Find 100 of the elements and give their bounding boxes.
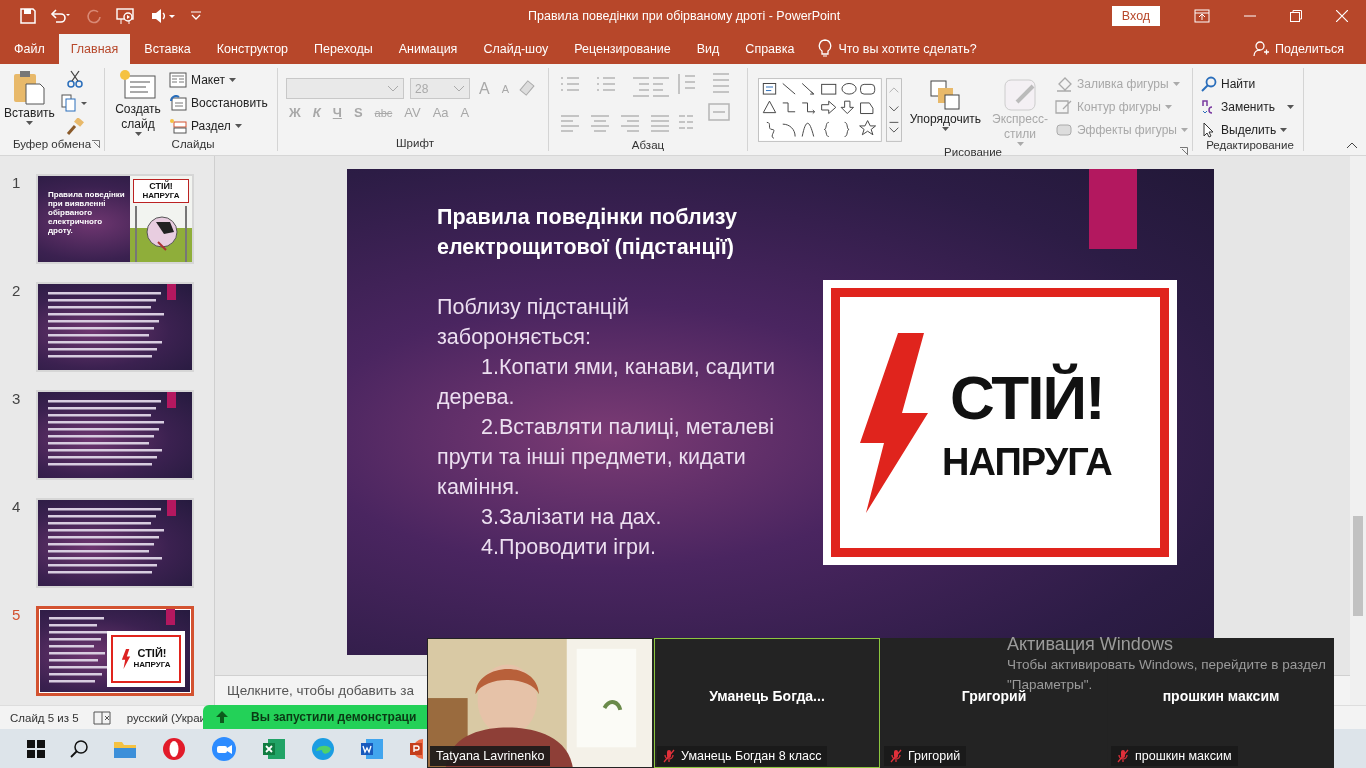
search-icon	[1201, 75, 1217, 92]
slide-counter: Слайд 5 из 5	[10, 711, 79, 724]
lightbulb-icon	[818, 39, 833, 57]
sign-text: СТІЙ!	[149, 181, 173, 191]
arrange-button[interactable]: Упорядочить	[909, 74, 982, 131]
share-button[interactable]: Поделиться	[1252, 34, 1366, 64]
slide-thumbnail[interactable]	[36, 390, 194, 480]
new-slide-button[interactable]: Создать слайд	[113, 68, 163, 136]
caret-icon	[25, 121, 33, 125]
tell-me-search[interactable]: Что вы хотите сделать?	[838, 34, 977, 64]
paint-bucket-icon	[1055, 75, 1073, 92]
caret-icon	[941, 127, 949, 131]
spreadsheet-icon[interactable]	[262, 736, 286, 761]
windows-start-icon[interactable]	[27, 739, 45, 758]
ribbon-tab[interactable]: Вид	[684, 34, 732, 64]
caret-icon	[1164, 104, 1172, 109]
caret-icon	[1016, 142, 1024, 146]
bookmark-shape	[167, 500, 176, 516]
notes-placeholder[interactable]: Щелкните, чтобы добавить за	[227, 683, 414, 698]
arrange-icon	[928, 78, 963, 112]
activation-title: Активация Windows	[1007, 633, 1174, 655]
section-icon	[169, 117, 187, 134]
person-add-icon	[1252, 41, 1269, 57]
speaker-icon[interactable]	[150, 8, 176, 24]
sign-text: НАПРУГА	[142, 191, 180, 201]
arrow-icon	[215, 710, 229, 724]
document-icon[interactable]	[360, 736, 384, 761]
slide-number: 5	[11, 606, 22, 623]
bookmark-shape	[167, 392, 176, 408]
participant-name: Уманець Богда...	[709, 688, 825, 704]
share-notification-bar[interactable]: Вы запустили демонстраци	[203, 705, 427, 729]
window-title: Правила поведінки при обірваному дроті - PowerPoint	[528, 9, 841, 23]
restore-icon[interactable]	[1290, 10, 1302, 22]
search-icon[interactable]	[70, 739, 88, 758]
brush-icon	[1003, 78, 1038, 112]
sign-in-button[interactable]: Вход	[1112, 6, 1160, 26]
group-label: Редактирование	[1206, 139, 1294, 151]
ribbon-tab[interactable]: Вставка	[132, 34, 203, 64]
caret-icon	[1280, 127, 1288, 132]
slide-thumbnail[interactable]: Правила поведінки при виявленні обірваного електричного дроту. СТІЙ! НАПРУГА	[36, 174, 194, 264]
sign-text: СТІЙ!	[950, 361, 1104, 434]
new-slide-icon	[118, 68, 158, 102]
slide-thumbnail[interactable]: СТІЙ! НАПРУГА	[36, 606, 194, 696]
lightning-icon	[858, 332, 930, 513]
caret-icon	[1172, 81, 1180, 86]
save-icon[interactable]	[20, 8, 36, 24]
caret-icon	[134, 132, 142, 136]
ribbon-tab[interactable]: Слайд-шоу	[471, 34, 561, 64]
list-item: 3.Залізати на дах.	[480, 504, 663, 531]
section-button[interactable]: Раздел	[169, 116, 242, 135]
cut-icon[interactable]	[65, 70, 84, 88]
ribbon-tab[interactable]: Рецензирование	[562, 34, 683, 64]
find-button[interactable]: Найти	[1201, 74, 1256, 93]
caret-icon	[1286, 104, 1294, 109]
browser-icon[interactable]	[162, 736, 186, 761]
caret-icon	[1181, 127, 1188, 132]
ribbon-display-icon[interactable]	[1194, 9, 1210, 23]
spelling-icon[interactable]	[92, 709, 113, 726]
undo-icon[interactable]	[50, 8, 72, 24]
copy-icon[interactable]	[60, 94, 89, 112]
caret-icon	[234, 123, 242, 128]
customize-caret-icon[interactable]	[190, 11, 202, 21]
participant-label: прошкин максим	[1135, 749, 1232, 763]
ribbon-tab[interactable]: Анимация	[386, 34, 470, 64]
bookmark-shape	[167, 284, 176, 300]
scrollbar[interactable]	[1350, 156, 1366, 705]
ribbon-tab[interactable]: Файл	[2, 34, 57, 64]
ribbon-tab[interactable]: Конструктор	[204, 34, 301, 64]
slide-number: 4	[11, 498, 22, 515]
replace-button[interactable]: Заменить	[1201, 97, 1294, 116]
group-label: Слайды	[171, 137, 215, 150]
slide-thumbnail[interactable]	[36, 498, 194, 588]
group-label: Рисование	[944, 146, 1002, 158]
participant-label: Григорий	[908, 749, 961, 763]
slide-text: Поблизу підстанцій забороняється:	[437, 294, 630, 351]
paste-button[interactable]: Вставить	[4, 68, 55, 125]
ribbon-tab[interactable]: Справка	[733, 34, 807, 64]
slide-thumbnail[interactable]	[36, 282, 194, 372]
ribbon-tab[interactable]: Главная	[58, 34, 131, 64]
close-icon[interactable]	[1336, 10, 1348, 22]
video-app-icon[interactable]	[211, 735, 237, 762]
collapse-ribbon-icon[interactable]	[1346, 141, 1358, 149]
format-painter-icon[interactable]	[65, 118, 84, 136]
participant-label: Уманець Богдан 8 класс	[681, 749, 822, 763]
layout-button[interactable]: Макет	[169, 70, 236, 89]
layout-icon	[169, 71, 187, 88]
group-label: Буфер обмена	[12, 137, 92, 150]
sign-text: СТІЙ!	[137, 647, 167, 659]
slide-number: 3	[11, 390, 22, 407]
bookmark-shape	[166, 609, 175, 625]
select-button[interactable]: Выделить	[1201, 120, 1288, 139]
sign-text: НАПРУГА	[942, 439, 1112, 485]
clipboard-icon	[12, 68, 47, 106]
ribbon-tab[interactable]: Переходы	[302, 34, 385, 64]
sign-text: НАПРУГА	[133, 659, 171, 671]
presenter-icon[interactable]	[116, 7, 136, 25]
slide-title: Правила поведінки поблизу електрощитової (підстанції)	[437, 204, 738, 261]
dialog-launcher-icon[interactable]	[1180, 147, 1188, 155]
dialog-launcher-icon[interactable]	[92, 140, 100, 148]
reset-button[interactable]: Восстановить	[169, 93, 268, 112]
